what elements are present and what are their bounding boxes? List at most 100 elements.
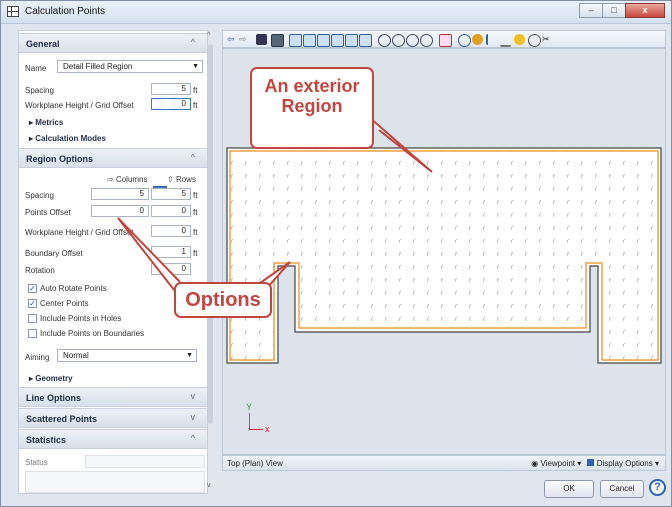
rows-header: ⇧ Rows bbox=[167, 175, 196, 184]
center-points-label: Center Points bbox=[40, 299, 89, 308]
minimize-button[interactable]: – bbox=[579, 3, 603, 18]
region-callout: An exterior Region bbox=[250, 67, 374, 149]
help-icon[interactable]: ? bbox=[649, 479, 666, 496]
iso-view-3-icon[interactable] bbox=[406, 34, 419, 47]
section-statistics[interactable]: Statistics ^ bbox=[19, 429, 207, 449]
viewpoint-menu[interactable]: Viewpoint bbox=[540, 459, 575, 468]
window-title: Calculation Points bbox=[25, 6, 106, 17]
include-boundaries-checkbox[interactable] bbox=[28, 329, 37, 338]
name-select[interactable]: Detail Filled Region ▼ bbox=[57, 60, 203, 73]
view-bottom-icon[interactable] bbox=[359, 34, 372, 47]
scroll-up-icon[interactable]: ^ bbox=[207, 32, 210, 39]
include-holes-label: Include Points in Holes bbox=[40, 314, 122, 323]
status-label: Status bbox=[25, 458, 48, 467]
refresh-icon[interactable] bbox=[528, 34, 541, 47]
spacing-label: Spacing bbox=[25, 86, 54, 95]
status-output bbox=[25, 471, 205, 493]
iso-view-1-icon[interactable] bbox=[378, 34, 391, 47]
lighting-icon[interactable] bbox=[514, 34, 525, 45]
close-button[interactable]: x bbox=[625, 3, 665, 18]
arrow-up-icon: ⇧ bbox=[167, 175, 176, 184]
auto-rotate-label: Auto Rotate Points bbox=[40, 284, 107, 293]
back-icon[interactable]: ⇦ bbox=[227, 34, 238, 45]
iso-view-2-icon[interactable] bbox=[392, 34, 405, 47]
name-label: Name bbox=[25, 64, 47, 73]
points-offset-label: Points Offset bbox=[25, 208, 71, 217]
arrow-right-icon: ⇨ bbox=[107, 175, 116, 184]
section-line-options[interactable]: Line Options v bbox=[19, 387, 207, 407]
settings-panel: General ^ Name Detail Filled Region ▼ Spac… bbox=[18, 30, 208, 494]
spacing-rows-input[interactable]: 5 bbox=[151, 188, 191, 200]
include-boundaries-label: Include Points on Boundaries bbox=[40, 329, 145, 338]
measure-icon[interactable] bbox=[500, 34, 511, 47]
view-back-icon[interactable] bbox=[303, 34, 316, 47]
axis-y-line bbox=[249, 413, 250, 429]
display-options-menu[interactable]: Display Options bbox=[597, 459, 653, 468]
center-points-checkbox[interactable]: ✓ bbox=[28, 299, 37, 308]
rotation-input[interactable]: 0 bbox=[151, 263, 191, 275]
copy-icon[interactable] bbox=[271, 34, 284, 47]
spacing-input[interactable]: 5 bbox=[151, 83, 191, 95]
maximize-button[interactable]: □ bbox=[602, 3, 626, 18]
section-region-options[interactable]: Region Options ^ bbox=[19, 148, 207, 168]
spacing-columns-input[interactable]: 5 bbox=[91, 188, 149, 200]
walk-icon[interactable] bbox=[486, 34, 499, 45]
boundary-offset-unit: ft bbox=[193, 249, 198, 258]
workplane-input[interactable]: 0 bbox=[151, 98, 191, 110]
view-right-icon[interactable] bbox=[331, 34, 344, 47]
dropdown-arrow-icon: ▼ bbox=[186, 352, 193, 359]
geometry-expander[interactable]: ▸ Geometry bbox=[29, 374, 73, 383]
options-callout: Options bbox=[174, 282, 272, 318]
aiming-label: Aiming bbox=[25, 353, 50, 362]
view-controls: ◉ Viewpoint ▾ Display Options ▾ bbox=[531, 459, 659, 468]
render-icon[interactable] bbox=[472, 34, 483, 45]
scissors-icon[interactable]: ✂ bbox=[542, 34, 553, 45]
chevron-down-icon: v bbox=[190, 412, 196, 422]
include-holes-checkbox[interactable] bbox=[28, 314, 37, 323]
zoom-extents-icon[interactable] bbox=[439, 34, 452, 47]
workplane-unit: ft bbox=[193, 101, 198, 110]
metrics-expander[interactable]: ▸ Metrics bbox=[29, 118, 63, 127]
auto-rotate-checkbox[interactable]: ✓ bbox=[28, 284, 37, 293]
zoom-icon[interactable] bbox=[458, 34, 471, 47]
points-offset-rows-input[interactable]: 0 bbox=[151, 205, 191, 217]
save-icon[interactable] bbox=[256, 34, 267, 45]
region-spacing-unit: ft bbox=[193, 191, 198, 200]
region-spacing-label: Spacing bbox=[25, 191, 54, 200]
columns-header: ⇨ Columns bbox=[107, 175, 148, 184]
axis-x-label: x bbox=[265, 424, 270, 434]
viewer-status-bar: Top (Plan) View ◉ Viewpoint ▾ Display Op… bbox=[222, 455, 666, 471]
aiming-select[interactable]: Normal ▼ bbox=[57, 349, 197, 362]
title-bar: Calculation Points – □ x bbox=[1, 1, 671, 24]
ok-button[interactable]: OK bbox=[544, 480, 594, 498]
section-general[interactable]: General ^ bbox=[19, 33, 207, 53]
chevron-up-icon: ^ bbox=[190, 37, 195, 47]
points-offset-columns-input[interactable]: 0 bbox=[91, 205, 149, 217]
iso-view-4-icon[interactable] bbox=[420, 34, 433, 47]
chevron-up-icon: ^ bbox=[190, 433, 195, 443]
workplane-label: Workplane Height / Grid Offset bbox=[25, 101, 134, 110]
section-scattered-points[interactable]: Scattered Points v bbox=[19, 408, 207, 428]
rotation-label: Rotation bbox=[25, 266, 55, 275]
region-workplane-label: Workplane Height / Grid Offset bbox=[25, 228, 134, 237]
view-left-icon[interactable] bbox=[317, 34, 330, 47]
boundary-offset-input[interactable]: 1 bbox=[151, 246, 191, 258]
region-workplane-input[interactable]: 0 bbox=[151, 225, 191, 237]
left-scrollbar[interactable]: ^ v bbox=[207, 30, 215, 492]
region-workplane-unit: ft bbox=[193, 228, 198, 237]
view-name: Top (Plan) View bbox=[227, 459, 283, 468]
view-top-icon[interactable] bbox=[345, 34, 358, 47]
calc-modes-expander[interactable]: ▸ Calculation Modes bbox=[29, 134, 106, 143]
scroll-down-icon[interactable]: v bbox=[207, 482, 211, 489]
forward-icon[interactable]: ⇨ bbox=[239, 34, 250, 45]
boundary-offset-label: Boundary Offset bbox=[25, 249, 83, 258]
scroll-thumb[interactable] bbox=[208, 44, 213, 424]
points-offset-unit: ft bbox=[193, 208, 198, 217]
axis-x-line bbox=[249, 429, 263, 430]
display-options-icon bbox=[587, 459, 595, 466]
chevron-up-icon: ^ bbox=[190, 152, 195, 162]
view-front-icon[interactable] bbox=[289, 34, 302, 47]
status-field bbox=[85, 455, 205, 468]
cancel-button[interactable]: Cancel bbox=[600, 480, 644, 498]
chevron-down-icon: v bbox=[190, 391, 196, 401]
